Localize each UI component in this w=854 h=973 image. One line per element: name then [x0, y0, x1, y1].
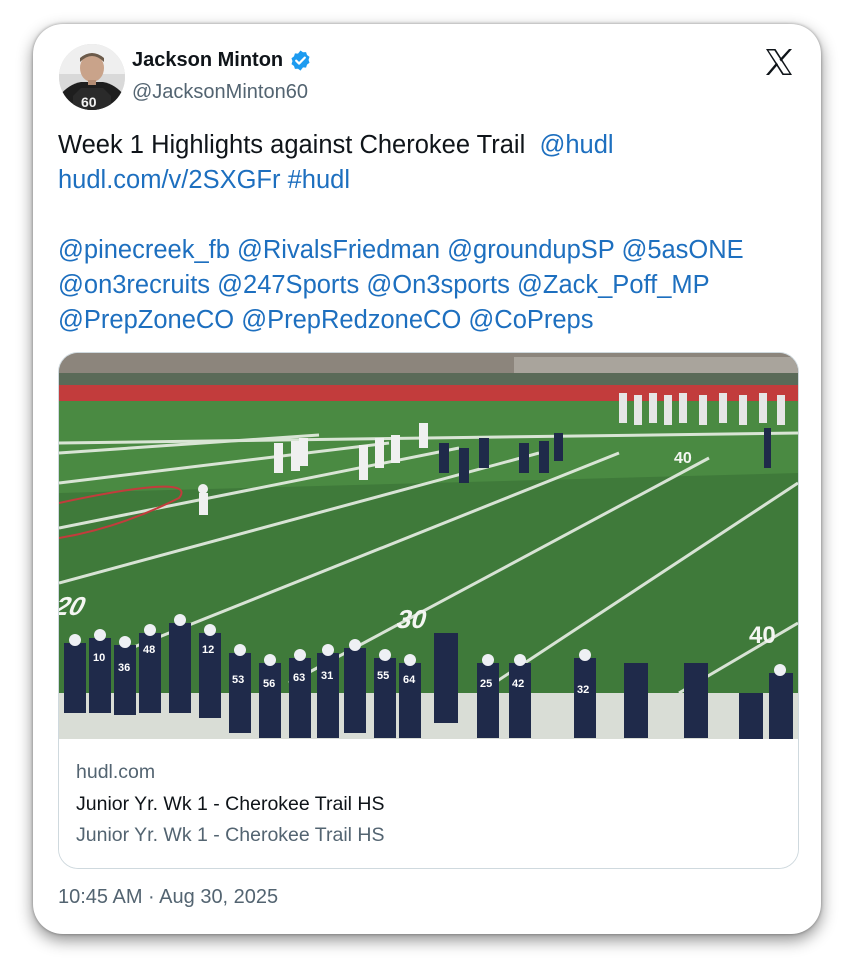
jersey-number: 31 — [321, 670, 333, 682]
mention-link[interactable]: @on3recruits — [58, 271, 210, 299]
mention-link[interactable]: @RivalsFriedman — [237, 236, 440, 264]
jersey-number: 48 — [143, 644, 155, 656]
jersey-number: 25 — [480, 678, 492, 690]
link-description: Junior Yr. Wk 1 - Cherokee Trail HS — [76, 824, 385, 846]
author-name-text: Jackson Minton — [132, 49, 284, 71]
tweet-line-1: Week 1 Highlights against Cherokee Trail… — [58, 128, 808, 163]
link-domain: hudl.com — [76, 761, 156, 783]
jersey-number: 64 — [403, 674, 416, 686]
mentions-line-2: @on3recruits @247Sports @On3sports @Zack… — [58, 268, 808, 303]
link-preview-meta[interactable]: hudl.com Junior Yr. Wk 1 - Cherokee Trai… — [59, 739, 798, 868]
football-player-avatar: 60 — [59, 44, 125, 110]
jersey-number: 42 — [512, 678, 524, 690]
mention-link[interactable]: @pinecreek_fb — [58, 236, 230, 264]
url-link[interactable]: hudl.com/v/2SXGFr — [58, 166, 281, 194]
hashtag-link[interactable]: #hudl — [288, 166, 350, 194]
verified-badge-icon — [291, 50, 310, 71]
tweet-headline: Week 1 Highlights against Cherokee Trail — [58, 131, 526, 159]
mention-link[interactable]: @Zack_Poff_MP — [517, 271, 710, 299]
mentions-line-1: @pinecreek_fb @RivalsFriedman @groundupS… — [58, 233, 808, 268]
tweet-text: Week 1 Highlights against Cherokee Trail… — [58, 128, 808, 338]
jersey-number: 12 — [202, 644, 214, 656]
link-title: Junior Yr. Wk 1 - Cherokee Trail HS — [76, 793, 385, 815]
field-number: 40 — [749, 622, 776, 649]
mention-link[interactable]: @PrepZoneCO — [58, 306, 234, 334]
field-number: 40 — [674, 450, 692, 467]
jersey-number: 63 — [293, 672, 305, 684]
tweet-line-2: hudl.com/v/2SXGFr #hudl — [58, 163, 808, 198]
jersey-number: 53 — [232, 674, 244, 686]
jersey-number: 32 — [577, 684, 589, 696]
mention-link[interactable]: @CoPreps — [468, 306, 593, 334]
jersey-number: 10 — [93, 652, 105, 664]
jersey-number: 56 — [263, 678, 275, 690]
preview-image[interactable]: 20 30 40 40 10 36 48 12 53 56 63 31 55 6… — [59, 353, 798, 739]
tweet-timestamp[interactable]: 10:45 AM · Aug 30, 2025 — [58, 886, 278, 909]
jersey-number: 55 — [377, 670, 389, 682]
avatar[interactable]: 60 — [59, 44, 125, 110]
mention-link[interactable]: @5asONE — [621, 236, 743, 264]
x-logo-icon[interactable] — [763, 46, 795, 78]
mention-link[interactable]: @On3sports — [366, 271, 510, 299]
link-preview-card[interactable]: 20 30 40 40 10 36 48 12 53 56 63 31 55 6… — [58, 352, 799, 869]
author-handle[interactable]: @JacksonMinton60 — [132, 81, 308, 104]
tweet-card: 60 Jackson Minton @JacksonMinton60 Week … — [33, 24, 821, 934]
jersey-number: 36 — [118, 662, 130, 674]
mentions-line-3: @PrepZoneCO @PrepRedzoneCO @CoPreps — [58, 303, 808, 338]
mention-link[interactable]: @247Sports — [217, 271, 359, 299]
mention-link[interactable]: @PrepRedzoneCO — [241, 306, 461, 334]
mention-link[interactable]: @hudl — [539, 131, 613, 159]
author-name[interactable]: Jackson Minton — [132, 49, 312, 72]
svg-text:60: 60 — [81, 94, 97, 110]
mention-link[interactable]: @groundupSP — [447, 236, 614, 264]
